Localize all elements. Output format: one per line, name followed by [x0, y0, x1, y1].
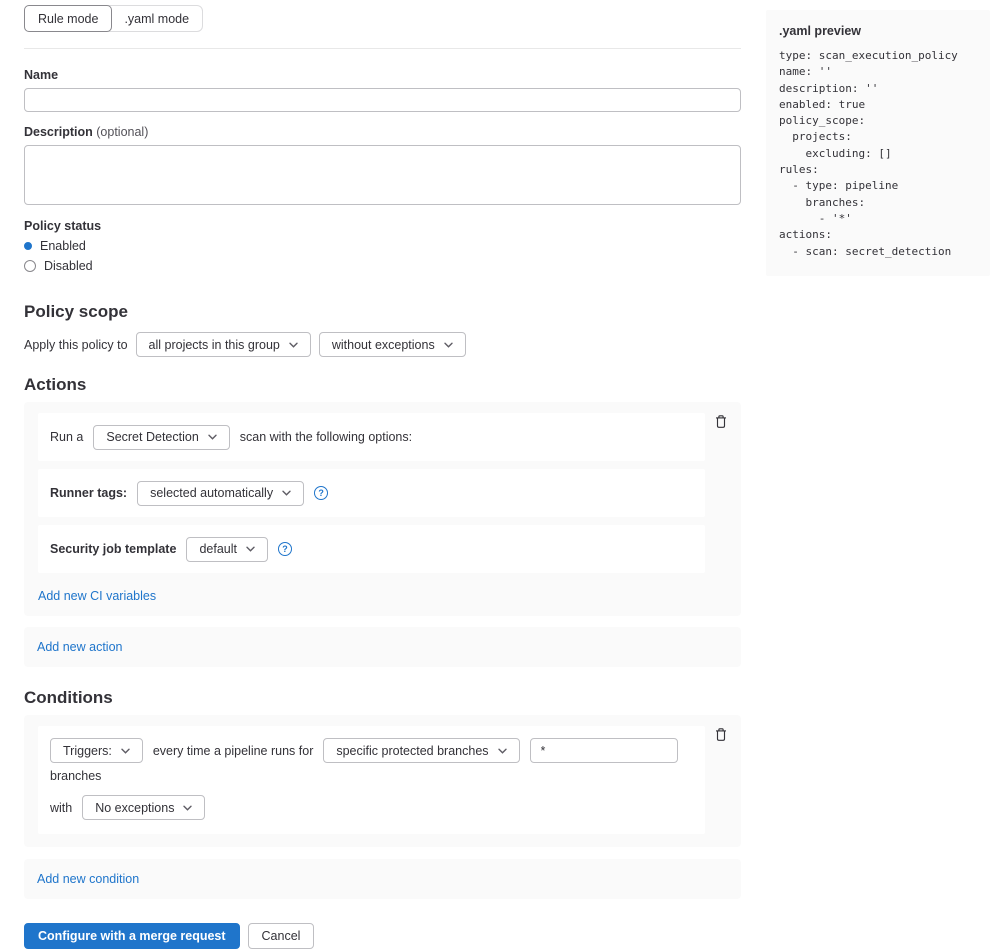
delete-action-button[interactable] [712, 412, 730, 431]
yaml-preview-panel: .yaml preview type: scan_execution_polic… [766, 10, 990, 276]
delete-condition-button[interactable] [712, 725, 730, 744]
form-footer: Configure with a merge request Cancel [24, 923, 741, 949]
chevron-down-icon [121, 748, 130, 754]
add-action-bar: Add new action [24, 627, 741, 667]
branches-input[interactable] [530, 738, 678, 763]
status-option-disabled[interactable]: Disabled [24, 259, 741, 273]
chevron-down-icon [208, 434, 217, 440]
branch-type-dropdown[interactable]: specific protected branches [323, 738, 519, 763]
policy-scope-heading: Policy scope [24, 302, 741, 322]
scanner-dropdown[interactable]: Secret Detection [93, 425, 229, 450]
description-textarea[interactable] [24, 145, 741, 205]
conditions-heading: Conditions [24, 688, 741, 708]
run-a-text: Run a [50, 430, 83, 444]
yaml-preview-title: .yaml preview [779, 24, 976, 38]
policy-status-label: Policy status [24, 219, 741, 233]
name-input[interactable] [24, 88, 741, 112]
chevron-down-icon [444, 342, 453, 348]
add-new-action-link[interactable]: Add new action [37, 640, 122, 654]
status-enabled-label: Enabled [40, 239, 86, 253]
scan-action-card: Run a Secret Detection scan with the fol… [38, 413, 705, 461]
policy-scope-row: Apply this policy to all projects in thi… [24, 332, 741, 357]
job-template-card: Security job template default [38, 525, 705, 573]
chevron-down-icon [183, 805, 192, 811]
rule-mode-tab[interactable]: Rule mode [24, 5, 112, 32]
condition-panel: Triggers: every time a pipeline runs for… [24, 715, 741, 847]
radio-unchecked-icon[interactable] [24, 260, 36, 272]
yaml-mode-tab[interactable]: .yaml mode [110, 5, 203, 32]
runner-tags-label: Runner tags: [50, 486, 127, 500]
runner-tags-card: Runner tags: selected automatically [38, 469, 705, 517]
chevron-down-icon [282, 490, 291, 496]
actions-heading: Actions [24, 375, 741, 395]
action-panel: Run a Secret Detection scan with the fol… [24, 402, 741, 616]
chevron-down-icon [498, 748, 507, 754]
divider [24, 48, 741, 49]
add-ci-variables-link[interactable]: Add new CI variables [38, 589, 156, 603]
add-condition-bar: Add new condition [24, 859, 741, 899]
yaml-preview-code: type: scan_execution_policy name: '' des… [779, 48, 976, 260]
runner-tags-dropdown[interactable]: selected automatically [137, 481, 304, 506]
with-text: with [50, 801, 72, 815]
apply-policy-text: Apply this policy to [24, 338, 128, 352]
name-label: Name [24, 68, 741, 82]
scope-exceptions-dropdown[interactable]: without exceptions [319, 332, 466, 357]
branch-exceptions-dropdown[interactable]: No exceptions [82, 795, 205, 820]
status-disabled-label: Disabled [44, 259, 93, 273]
pipeline-rule-card: Triggers: every time a pipeline runs for… [38, 726, 705, 834]
status-option-enabled[interactable]: Enabled [24, 239, 741, 253]
cancel-button[interactable]: Cancel [248, 923, 315, 949]
add-new-condition-link[interactable]: Add new condition [37, 872, 139, 886]
policy-editor-main: Rule mode .yaml mode Name Description (o… [24, 0, 741, 949]
branches-text: branches [50, 769, 101, 783]
configure-merge-request-button[interactable]: Configure with a merge request [24, 923, 240, 949]
pipeline-runs-text: every time a pipeline runs for [153, 744, 314, 758]
description-optional-hint: (optional) [96, 125, 148, 139]
help-icon[interactable] [314, 486, 328, 500]
radio-checked-icon[interactable] [24, 242, 32, 250]
chevron-down-icon [246, 546, 255, 552]
job-template-dropdown[interactable]: default [186, 537, 268, 562]
rule-type-dropdown[interactable]: Triggers: [50, 738, 143, 763]
help-icon[interactable] [278, 542, 292, 556]
chevron-down-icon [289, 342, 298, 348]
trash-icon [714, 730, 728, 745]
projects-scope-dropdown[interactable]: all projects in this group [136, 332, 311, 357]
description-label: Description (optional) [24, 125, 741, 139]
job-template-label: Security job template [50, 542, 176, 556]
editor-mode-toggle: Rule mode .yaml mode [24, 5, 203, 32]
scan-options-text: scan with the following options: [240, 430, 412, 444]
trash-icon [714, 417, 728, 432]
